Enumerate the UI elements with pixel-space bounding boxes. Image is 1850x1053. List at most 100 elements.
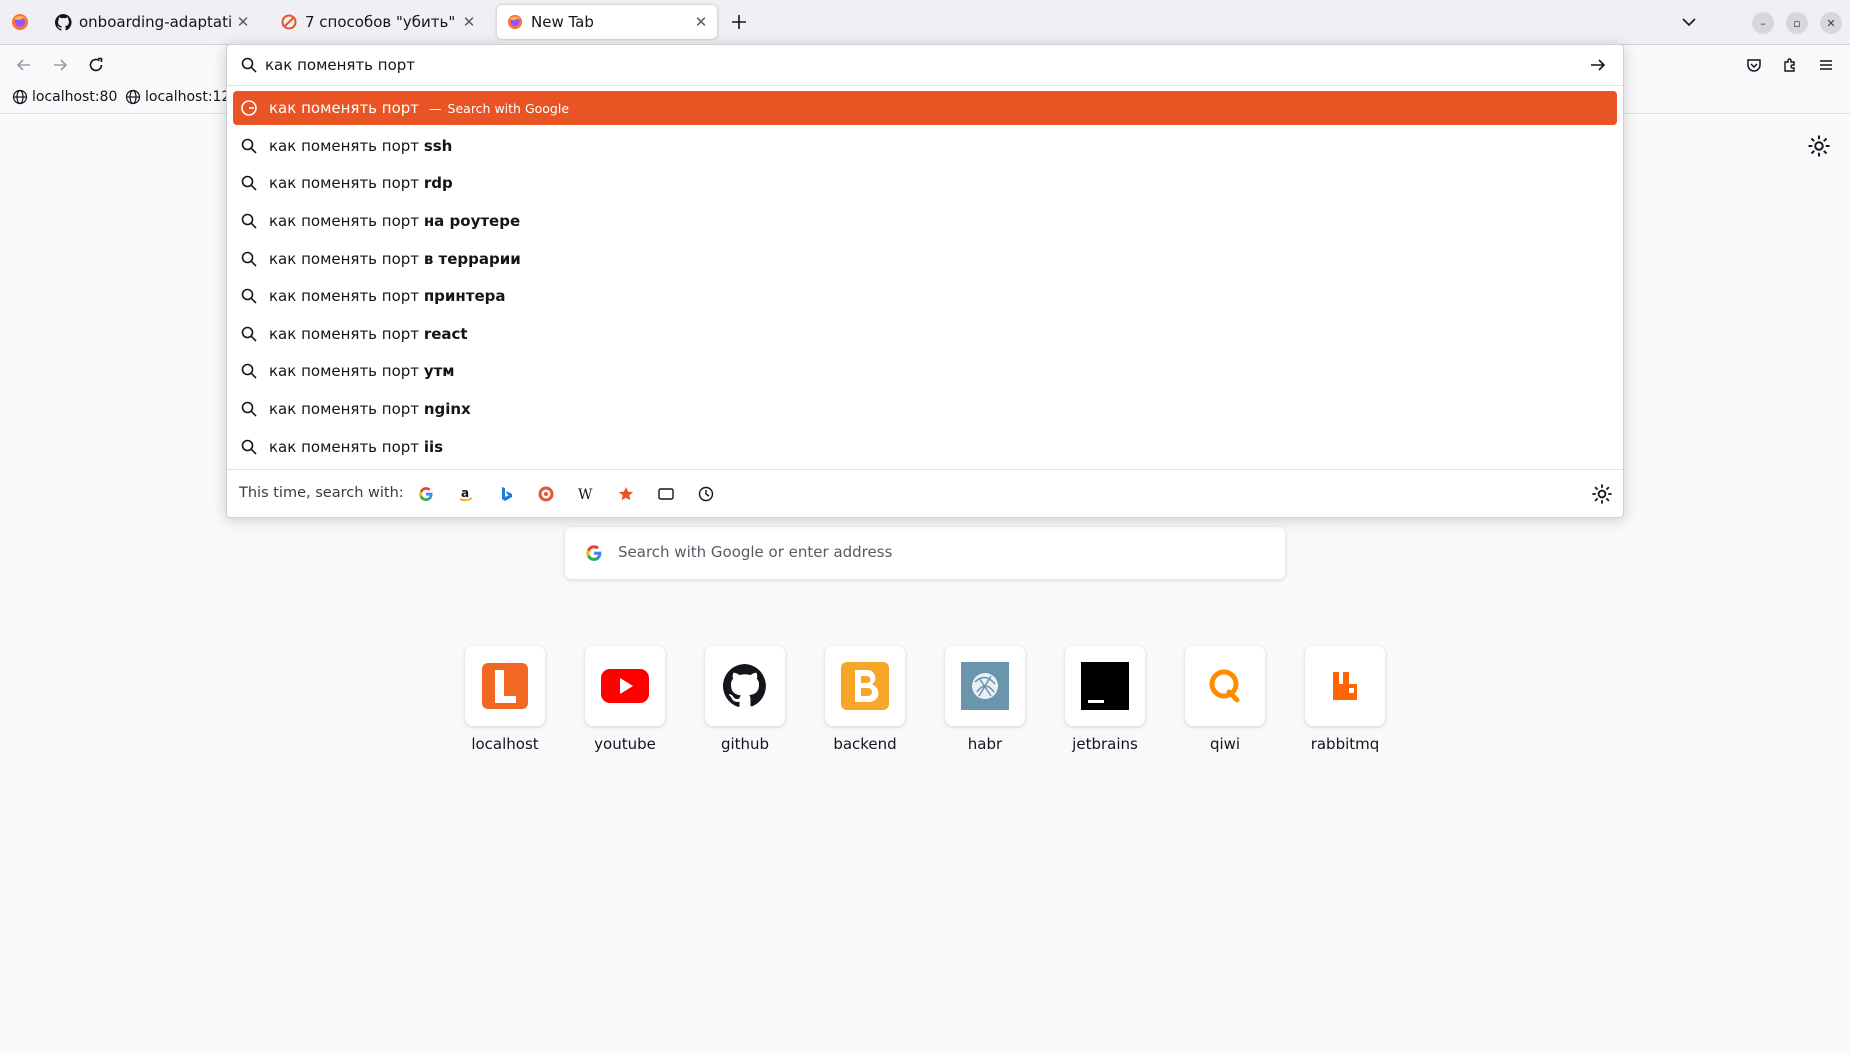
top-site-localhost[interactable]: localhost (445, 646, 565, 753)
engine-amazon[interactable]: a (454, 482, 478, 506)
search-icon (241, 176, 257, 191)
top-site-tile[interactable] (945, 646, 1025, 726)
urlbar-input[interactable] (265, 51, 1565, 79)
close-tab-icon[interactable]: ✕ (233, 12, 253, 32)
forward-button[interactable] (46, 51, 74, 79)
top-site-tile[interactable] (825, 646, 905, 726)
localhost-icon (482, 663, 528, 709)
suggestion-prefix: как поменять порт (269, 324, 420, 343)
reload-icon (89, 57, 103, 72)
top-site-github[interactable]: github (685, 646, 805, 753)
urlbar-suggestion[interactable]: как поменять порт принтера (233, 277, 1617, 315)
top-site-tile[interactable] (465, 646, 545, 726)
list-all-tabs-button[interactable] (1676, 10, 1702, 34)
bookmark-localhost-12[interactable]: localhost:12 (125, 89, 230, 105)
engine-bookmarks[interactable] (614, 482, 638, 506)
top-site-tile[interactable] (1065, 646, 1145, 726)
urlbar-suggestion[interactable]: как поменять порт в террарии (233, 240, 1617, 278)
suggestion-prefix: как поменять порт (269, 249, 420, 268)
tab-habr[interactable]: 7 способов "убить" зави ✕ (271, 5, 485, 39)
personalize-gear-icon[interactable] (1807, 134, 1831, 158)
urlbar-suggestion[interactable]: как поменять порт iis (233, 428, 1617, 466)
close-tab-icon[interactable]: ✕ (459, 12, 479, 32)
urlbar-suggestion[interactable]: как поменять порт nginx (233, 390, 1617, 428)
pocket-button[interactable] (1740, 51, 1768, 79)
reload-button[interactable] (82, 51, 110, 79)
close-tab-icon[interactable]: ✕ (691, 12, 711, 32)
extensions-button[interactable] (1776, 51, 1804, 79)
github-icon (54, 13, 72, 31)
bing-icon (502, 487, 512, 501)
urlbar-result-search-google[interactable]: как поменять порт — Search with Google (233, 91, 1617, 125)
puzzle-icon (1784, 58, 1795, 72)
top-site-tile[interactable] (1185, 646, 1265, 726)
engine-history[interactable] (694, 482, 718, 506)
top-site-habr[interactable]: habr (925, 646, 1045, 753)
search-settings-gear-icon[interactable] (1591, 483, 1613, 505)
arrow-right-icon (1591, 59, 1606, 71)
result-action: Search with Google (447, 100, 570, 116)
rabbitmq-icon (1333, 672, 1357, 700)
go-button[interactable] (1587, 54, 1609, 76)
engine-google[interactable] (414, 482, 438, 506)
newtab-search-box[interactable]: Search with Google or enter address (565, 527, 1285, 579)
firefox-icon (12, 14, 28, 30)
urlbar-suggestion[interactable]: как поменять порт rdp (233, 165, 1617, 203)
suggestion-suffix: в террарии (423, 249, 521, 268)
result-text: как поменять порт (269, 99, 420, 117)
top-site-label: jetbrains (1072, 735, 1138, 753)
top-site-jetbrains[interactable]: jetbrains (1045, 646, 1165, 753)
firefox-view-button[interactable] (8, 10, 32, 34)
restore-button[interactable]: ▫ (1786, 12, 1808, 34)
top-site-backend[interactable]: backend (805, 646, 925, 753)
new-tab-button[interactable] (725, 8, 753, 36)
search-icon (241, 57, 257, 73)
engine-tabs[interactable] (654, 482, 678, 506)
engine-wikipedia[interactable]: W (574, 482, 598, 506)
search-icon (241, 138, 257, 154)
firefox-icon (506, 13, 524, 31)
close-window-button[interactable]: ✕ (1820, 12, 1842, 34)
search-placeholder: Search with Google or enter address (618, 543, 893, 561)
top-site-label: qiwi (1209, 735, 1241, 753)
engine-duckduckgo[interactable] (534, 482, 558, 506)
top-site-tile[interactable] (705, 646, 785, 726)
urlbar-suggestion[interactable]: как поменять порт утм (233, 353, 1617, 391)
plus-icon (732, 15, 746, 29)
svg-text:a: a (461, 486, 469, 500)
top-site-qiwi[interactable]: qiwi (1165, 646, 1285, 753)
urlbar-dropdown: как поменять порт — Search with Google к… (226, 44, 1624, 518)
urlbar-suggestion[interactable]: как поменять порт ssh (233, 127, 1617, 165)
top-site-youtube[interactable]: youtube (565, 646, 685, 753)
urlbar-suggestion[interactable]: как поменять порт на роутере (233, 202, 1617, 240)
globe-icon (125, 89, 141, 105)
jetbrains-icon (1081, 662, 1129, 710)
result-separator: — (429, 100, 442, 116)
bookmark-localhost-80[interactable]: localhost:80 (12, 89, 117, 105)
tab-new-tab[interactable]: New Tab ✕ (497, 5, 717, 39)
suggestion-prefix: как поменять порт (269, 399, 420, 418)
top-site-label: backend (833, 735, 897, 753)
bookmarks-star-icon (618, 487, 634, 501)
history-icon (698, 486, 714, 502)
hamburger-menu-icon (1820, 60, 1832, 70)
suggestion-suffix: на роутере (423, 211, 521, 230)
tab-title: onboarding-adaptation-s (79, 13, 233, 31)
top-site-tile[interactable] (585, 646, 665, 726)
minimize-button[interactable]: – (1752, 12, 1774, 34)
google-icon (586, 545, 602, 561)
top-site-tile[interactable] (1305, 646, 1385, 726)
back-button[interactable] (10, 51, 38, 79)
tab-github[interactable]: onboarding-adaptation-s ✕ (45, 5, 259, 39)
engine-bing[interactable] (494, 482, 518, 506)
app-menu-button[interactable] (1812, 51, 1840, 79)
top-site-label: rabbitmq (1310, 735, 1380, 753)
urlbar-suggestion[interactable]: как поменять порт react (233, 315, 1617, 353)
top-site-label: localhost (471, 735, 539, 753)
wikipedia-icon: W (578, 487, 593, 502)
habr-icon (280, 13, 298, 31)
search-icon (241, 326, 257, 342)
suggestion-prefix: как поменять порт (269, 437, 420, 456)
one-off-label: This time, search with: (239, 485, 404, 501)
top-site-rabbitmq[interactable]: rabbitmq (1285, 646, 1405, 753)
